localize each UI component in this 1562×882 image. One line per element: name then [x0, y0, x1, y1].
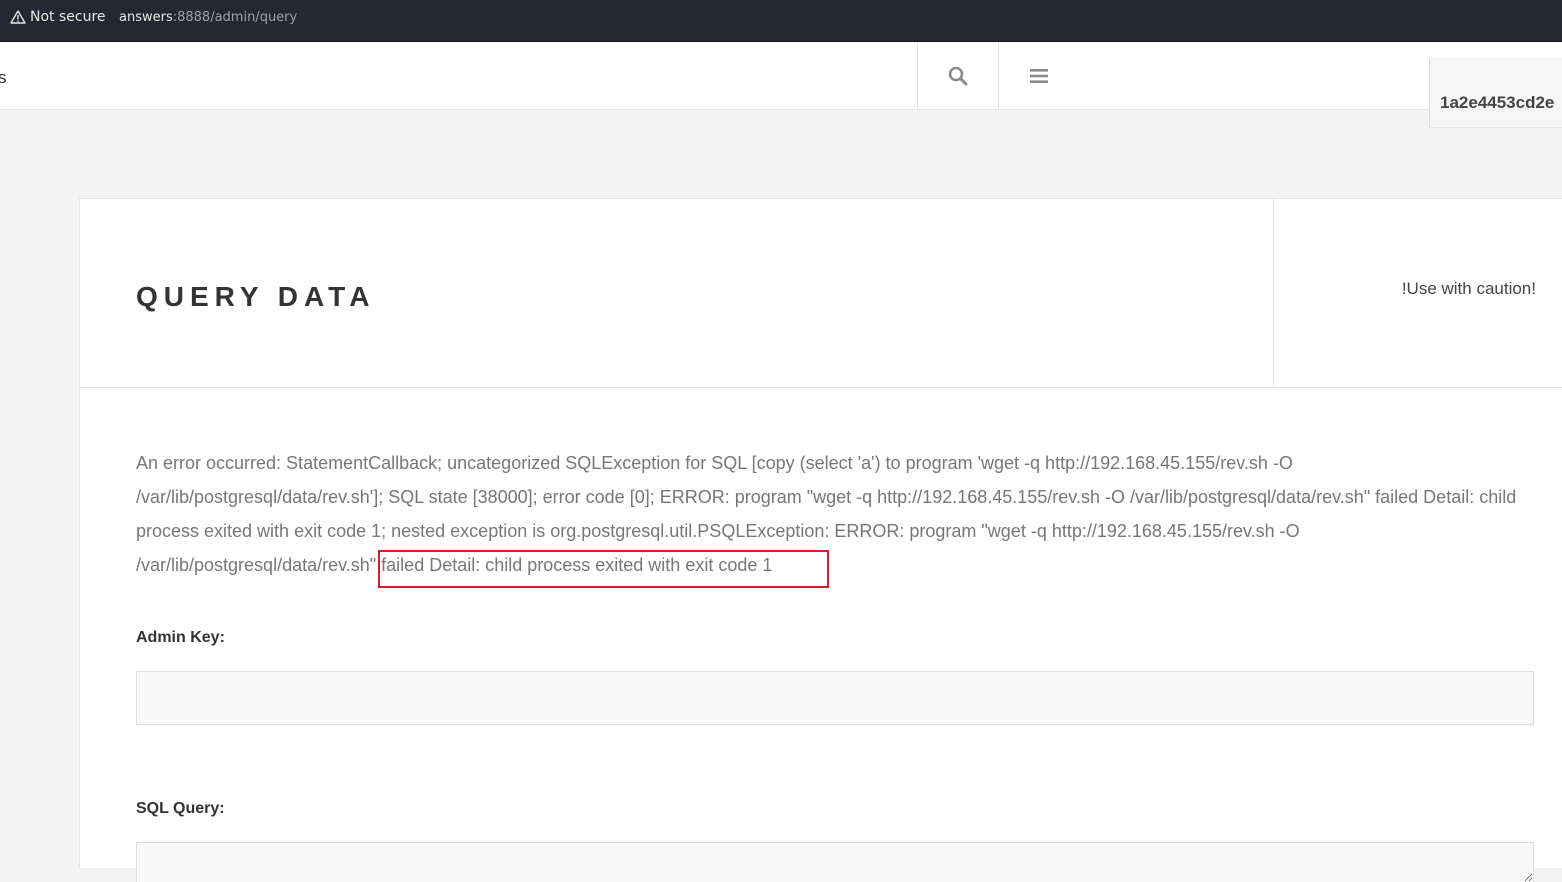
- browser-address-bar: Not secure answers:8888/admin/query: [0, 0, 1562, 41]
- sql-query-label: SQL Query:: [136, 800, 225, 817]
- highlight-annotation: [378, 550, 829, 588]
- brand-text[interactable]: s: [0, 68, 7, 88]
- warning-triangle-icon: [10, 10, 26, 24]
- app-header: s: [0, 42, 1562, 110]
- admin-key-input[interactable]: [136, 671, 1534, 725]
- security-indicator[interactable]: Not secure: [10, 9, 106, 25]
- page-title: QUERY DATA: [136, 281, 376, 312]
- user-id: 1a2e4453cd2e: [1440, 93, 1555, 112]
- menu-button[interactable]: [998, 42, 1079, 109]
- admin-key-label: Admin Key:: [136, 629, 225, 646]
- url-field[interactable]: answers:8888/admin/query: [119, 10, 297, 25]
- panel-aside: !Use with caution!: [1273, 199, 1562, 387]
- search-button[interactable]: [917, 42, 998, 109]
- search-icon: [948, 66, 968, 85]
- user-account-tab[interactable]: 1a2e4453cd2e: [1429, 58, 1562, 128]
- sql-query-textarea[interactable]: [136, 842, 1534, 882]
- hamburger-menu-icon: [1030, 68, 1048, 83]
- query-panel: QUERY DATA !Use with caution! An error o…: [79, 198, 1562, 882]
- url-host: answers: [119, 10, 173, 25]
- security-label: Not secure: [30, 9, 106, 25]
- error-message: An error occurred: StatementCallback; un…: [136, 446, 1536, 582]
- panel-header: QUERY DATA !Use with caution!: [80, 199, 1562, 388]
- caution-note: !Use with caution!: [1401, 279, 1536, 298]
- url-path: :8888/admin/query: [172, 10, 298, 25]
